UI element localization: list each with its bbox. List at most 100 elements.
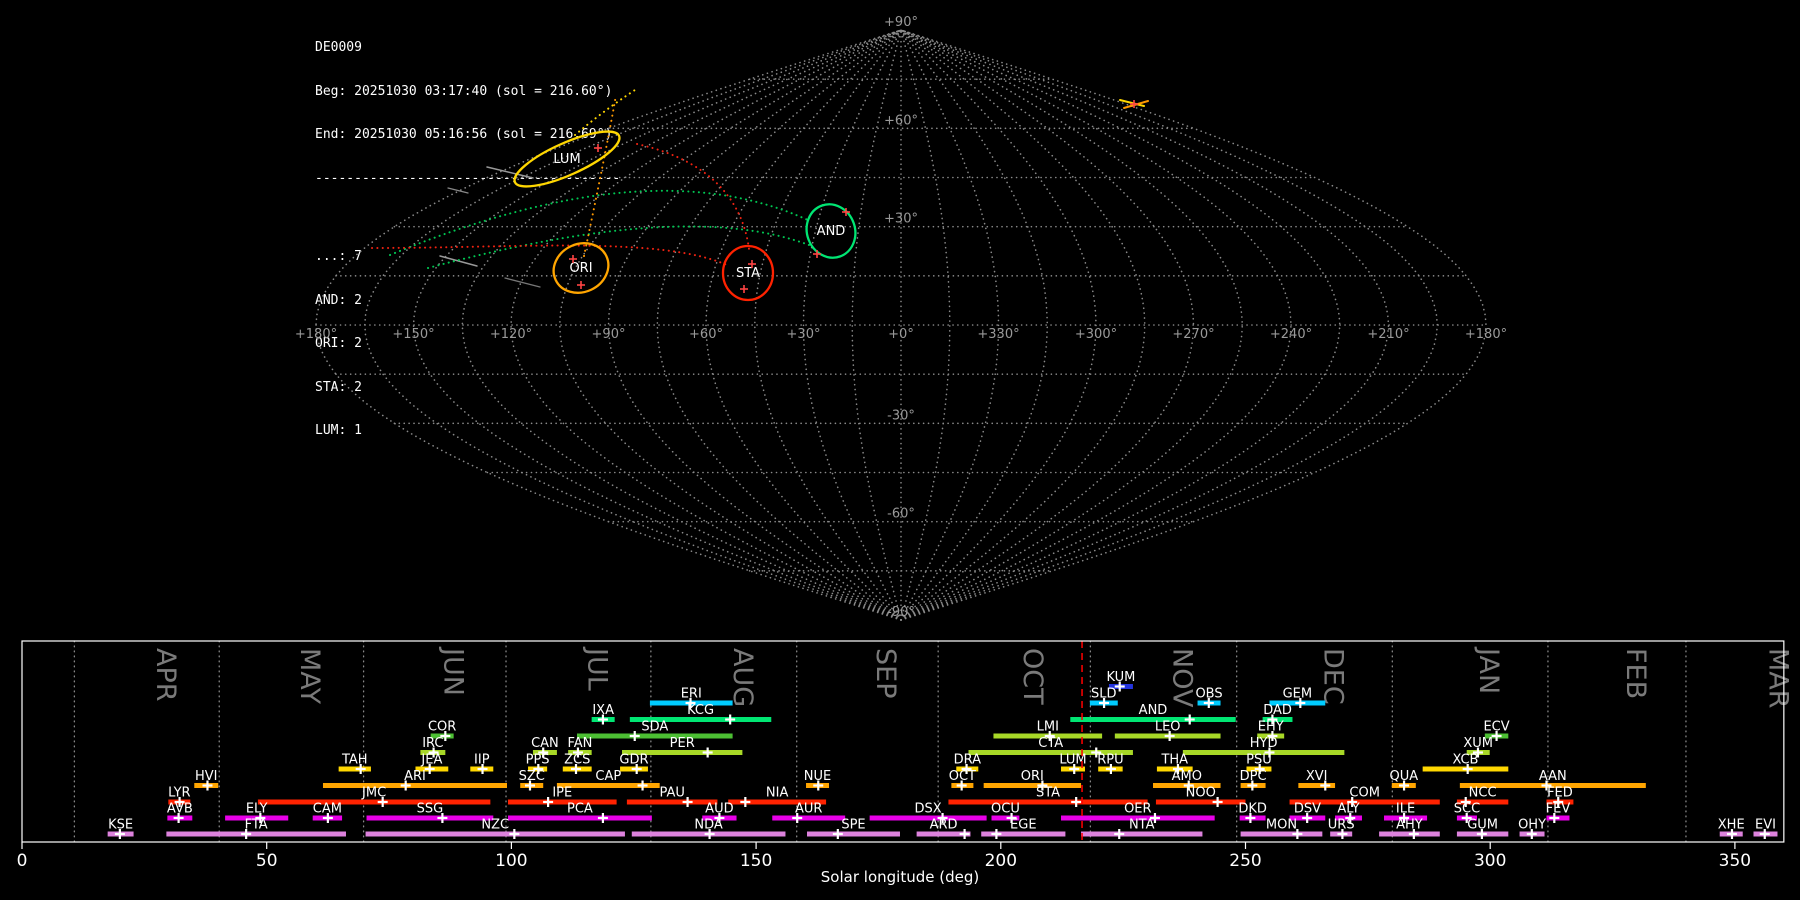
shower-label-kcg: KCG bbox=[687, 703, 714, 718]
shower-qua: QUA bbox=[1390, 769, 1418, 791]
shower-label-aur: AUR bbox=[795, 802, 822, 817]
map-lon-label: +210° bbox=[1367, 327, 1409, 342]
shower-jmc: JMC bbox=[257, 786, 491, 807]
track-sta-track-1 bbox=[371, 244, 728, 266]
radiant-mark bbox=[813, 250, 821, 258]
shower-obs: OBS bbox=[1195, 687, 1223, 708]
radiant-mark bbox=[740, 285, 748, 293]
shower-label-kse: KSE bbox=[108, 818, 133, 833]
shower-label-ecv: ECV bbox=[1483, 720, 1509, 735]
shower-label-rpu: RPU bbox=[1097, 753, 1123, 768]
shower-ard: ARD bbox=[916, 818, 971, 839]
map-lon-label: +150° bbox=[392, 327, 434, 342]
radiant-ellipse-label-and: AND bbox=[817, 224, 846, 239]
shower-label-can: CAN bbox=[531, 736, 559, 751]
month-label-jul: JUL bbox=[581, 646, 612, 691]
shower-label-ile: ILE bbox=[1396, 802, 1415, 817]
shower-label-dsv: DSV bbox=[1294, 802, 1321, 817]
shower-label-szc: SZC bbox=[519, 769, 545, 784]
shower-urs: URS bbox=[1328, 818, 1355, 839]
map-pole-label-north: +90° bbox=[884, 15, 918, 30]
shower-label-dra: DRA bbox=[954, 753, 982, 768]
shower-sda: SDA bbox=[576, 720, 733, 741]
shower-zcs: ZCS bbox=[562, 753, 592, 774]
shower-label-sta: STA bbox=[1036, 786, 1060, 801]
shower-nue: NUE bbox=[804, 769, 831, 791]
month-label-apr: APR bbox=[150, 648, 181, 702]
month-label-may: MAY bbox=[294, 648, 325, 705]
shower-sta: STA bbox=[948, 786, 1148, 807]
shower-label-cam: CAM bbox=[313, 802, 342, 817]
shower-label-fan: FAN bbox=[567, 736, 592, 751]
shower-gdr: GDR bbox=[619, 753, 649, 774]
shower-label-ege: EGE bbox=[1010, 818, 1037, 833]
map-lat-label: -30° bbox=[887, 408, 915, 423]
shower-label-noo: NOO bbox=[1186, 786, 1216, 801]
shower-label-com: COM bbox=[1349, 786, 1380, 801]
shower-label-evi: EVI bbox=[1755, 818, 1776, 833]
shower-label-fev: FEV bbox=[1546, 802, 1571, 817]
shower-label-xvi: XVI bbox=[1306, 769, 1328, 784]
shower-label-aan: AAN bbox=[1539, 769, 1567, 784]
shower-label-nzc: NZC bbox=[481, 818, 509, 833]
shower-label-tah: TAH bbox=[341, 753, 368, 768]
shower-gum: GUM bbox=[1456, 818, 1509, 839]
sky-map-canvas: +90° -90° +60° +30° -30° -60° +180° +150° +120° +… bbox=[295, 15, 1507, 621]
shower-label-ard: ARD bbox=[930, 818, 958, 833]
shower-label-and: AND bbox=[1139, 703, 1168, 718]
shower-label-cta: CTA bbox=[1038, 736, 1063, 751]
shower-dpc: DPC bbox=[1240, 769, 1267, 791]
shower-ipe: IPE bbox=[507, 786, 617, 807]
map-lat-label: -60° bbox=[887, 507, 915, 522]
radiant-plot-page: DE0009 Beg: 20251030 03:17:40 (sol = 216… bbox=[0, 0, 1800, 900]
shower-label-aly: ALY bbox=[1337, 802, 1359, 817]
map-lon-label: +240° bbox=[1270, 327, 1312, 342]
map-lon-label: +0° bbox=[888, 327, 914, 342]
shower-label-eri: ERI bbox=[681, 687, 702, 702]
shower-label-avb: AVB bbox=[167, 802, 193, 817]
radiant-ellipse-label-ori: ORI bbox=[569, 261, 592, 276]
shower-ari: ARI bbox=[322, 769, 507, 791]
radiant-ellipse-label-lum: LUM bbox=[553, 152, 580, 167]
shower-cam: CAM bbox=[312, 802, 343, 823]
month-label-nov: NOV bbox=[1166, 648, 1197, 708]
shower-xvi: XVI bbox=[1298, 769, 1336, 791]
shower-label-xcb: XCB bbox=[1453, 753, 1479, 768]
shower-ixa: IXA bbox=[591, 703, 615, 725]
map-lon-label: +90° bbox=[592, 327, 626, 342]
shower-label-dkd: DKD bbox=[1238, 802, 1267, 817]
month-label-mar: MAR bbox=[1762, 648, 1793, 709]
month-label-jan: JAN bbox=[1473, 646, 1504, 694]
map-pole-label-south: -90° bbox=[887, 605, 915, 620]
shower-spe: SPE bbox=[806, 818, 900, 839]
radiant-mark bbox=[594, 144, 602, 152]
month-label-feb: FEB bbox=[1620, 648, 1651, 699]
shower-label-xhe: XHE bbox=[1718, 818, 1745, 833]
shower-avb: AVB bbox=[167, 802, 193, 823]
shower-label-hyd: HYD bbox=[1250, 736, 1278, 751]
map-lon-label: +180° bbox=[1465, 327, 1507, 342]
shower-label-oct: OCT bbox=[949, 769, 976, 784]
shower-label-cor: COR bbox=[428, 720, 456, 735]
shower-mon: MON bbox=[1240, 818, 1323, 839]
shower-label-ipe: IPE bbox=[552, 786, 572, 801]
shower-label-gum: GUM bbox=[1467, 818, 1498, 833]
map-lon-label: +30° bbox=[787, 327, 821, 342]
shower-label-dpc: DPC bbox=[1240, 769, 1267, 784]
shower-label-ahy: AHY bbox=[1396, 818, 1423, 833]
shower-label-lyr: LYR bbox=[168, 786, 191, 801]
shower-cap: CAP bbox=[556, 769, 660, 791]
shower-evi: EVI bbox=[1753, 818, 1778, 839]
map-lon-label: +180° bbox=[295, 327, 337, 342]
shower-label-pau: PAU bbox=[659, 786, 684, 801]
shower-label-jmc: JMC bbox=[361, 786, 386, 801]
shower-label-ocu: OCU bbox=[991, 802, 1020, 817]
shower-leo: LEO bbox=[1114, 720, 1221, 741]
shower-label-scc: SCC bbox=[1454, 802, 1480, 817]
month-label-sep: SEP bbox=[870, 648, 901, 698]
shower-label-cap: CAP bbox=[595, 769, 621, 784]
shower-label-iip: IIP bbox=[474, 753, 490, 768]
shower-label-gdr: GDR bbox=[619, 753, 648, 768]
month-label-dec: DEC bbox=[1318, 648, 1349, 705]
shower-label-ixa: IXA bbox=[592, 703, 614, 718]
